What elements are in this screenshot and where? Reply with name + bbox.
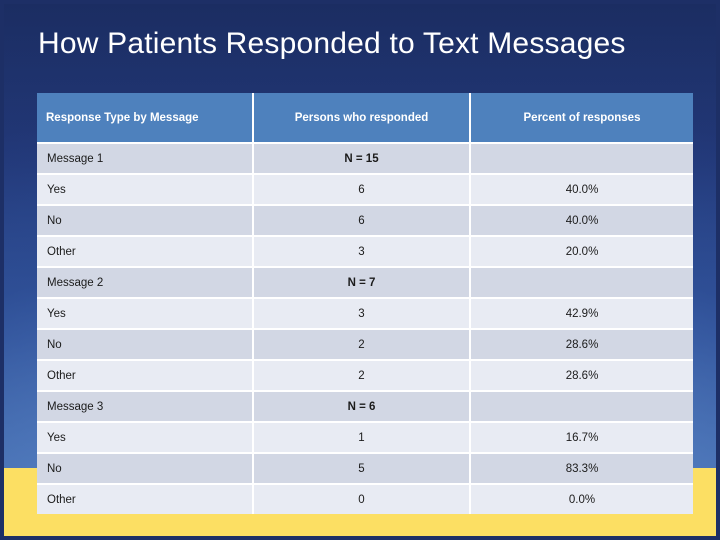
percent-cell: 42.9% — [471, 299, 693, 330]
group-label-cell: Message 2 — [37, 268, 254, 299]
persons-cell: N = 6 — [254, 392, 471, 423]
percent-cell: 40.0% — [471, 175, 693, 206]
persons-responded-value: 6 — [358, 214, 365, 227]
table-group-row: Message 3 N = 6 — [37, 392, 693, 423]
persons-responded-value: 3 — [358, 245, 365, 258]
table-row: Yes 1 16.7% — [37, 423, 693, 454]
persons-responded-value: 2 — [358, 338, 365, 351]
table-header-row: Response Type by Message Persons who res… — [37, 93, 693, 144]
persons-cell: 6 — [254, 175, 471, 206]
table-row: Yes 6 40.0% — [37, 175, 693, 206]
percent-cell: 0.0% — [471, 485, 693, 514]
persons-cell: 3 — [254, 237, 471, 268]
table-row: Other 0 0.0% — [37, 485, 693, 514]
response-data-table: Response Type by Message Persons who res… — [37, 93, 693, 514]
table-header: Response Type by Message Persons who res… — [37, 93, 693, 144]
group-label-cell: Message 3 — [37, 392, 254, 423]
table-row: No 2 28.6% — [37, 330, 693, 361]
table-body: Message 1N = 15 Yes 6 40.0% No 6 40.0% Other 3 20… — [37, 144, 693, 514]
table-row: No 6 40.0% — [37, 206, 693, 237]
table-group-row: Message 1 N = 15 — [37, 144, 693, 175]
percent-cell: 40.0% — [471, 206, 693, 237]
persons-cell: 2 — [254, 361, 471, 392]
group-label-cell: Message 1 — [37, 144, 254, 175]
persons-cell: 2 — [254, 330, 471, 361]
percent-cell — [471, 268, 693, 299]
table-row: Yes 3 42.9% — [37, 299, 693, 330]
column-header-response-type: Response Type by Message — [37, 93, 254, 144]
persons-responded-value: 1 — [358, 431, 365, 444]
percent-cell — [471, 144, 693, 175]
group-sample-size: N = 15 — [344, 152, 379, 165]
persons-cell: 6 — [254, 206, 471, 237]
persons-cell: 3 — [254, 299, 471, 330]
response-label-cell: No — [37, 206, 254, 237]
persons-cell: 0 — [254, 485, 471, 514]
persons-responded-value: 2 — [358, 369, 365, 382]
percent-cell: 20.0% — [471, 237, 693, 268]
table-row: Other 2 28.6% — [37, 361, 693, 392]
table-group-row: Message 2 N = 7 — [37, 268, 693, 299]
response-label-cell: Yes — [37, 175, 254, 206]
slide-canvas: How Patients Responded to Text Messages … — [0, 0, 720, 540]
percent-cell: 28.6% — [471, 330, 693, 361]
response-label-cell: Yes — [37, 423, 254, 454]
response-label-cell: Yes — [37, 299, 254, 330]
response-label-cell: No — [37, 454, 254, 485]
response-label-cell: No — [37, 330, 254, 361]
group-sample-size: N = 7 — [347, 276, 376, 289]
page-title: How Patients Responded to Text Messages — [38, 27, 626, 60]
table-row: No 5 83.3% — [37, 454, 693, 485]
group-sample-size: N = 6 — [347, 400, 376, 413]
response-label-cell: Other — [37, 237, 254, 268]
persons-responded-value: 5 — [358, 462, 365, 475]
column-header-persons: Persons who responded — [254, 93, 471, 144]
persons-cell: N = 7 — [254, 268, 471, 299]
persons-responded-value: 6 — [358, 183, 365, 196]
persons-responded-value: 0 — [358, 493, 365, 506]
response-label-cell: Other — [37, 361, 254, 392]
percent-cell: 28.6% — [471, 361, 693, 392]
table-row: Other 3 20.0% — [37, 237, 693, 268]
percent-cell: 83.3% — [471, 454, 693, 485]
response-label-cell: Other — [37, 485, 254, 514]
persons-cell: N = 15 — [254, 144, 471, 175]
persons-cell: 1 — [254, 423, 471, 454]
percent-cell: 16.7% — [471, 423, 693, 454]
percent-cell — [471, 392, 693, 423]
persons-responded-value: 3 — [358, 307, 365, 320]
persons-cell: 5 — [254, 454, 471, 485]
column-header-percent: Percent of responses — [471, 93, 693, 144]
